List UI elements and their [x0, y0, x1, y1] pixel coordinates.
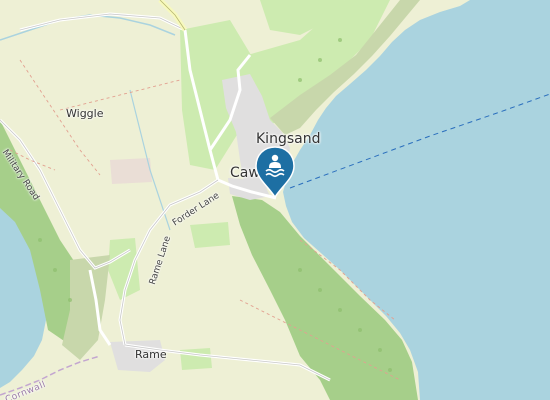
map-tiles [0, 0, 550, 400]
rame-label: Rame [135, 348, 167, 361]
wiggle-label: Wiggle [66, 107, 104, 120]
kingsand-label: Kingsand [256, 131, 321, 147]
bathing-site-marker[interactable] [254, 146, 296, 199]
map-view[interactable]: Kingsand Caw Wiggle Rame Forder Lane Ram… [0, 0, 550, 400]
